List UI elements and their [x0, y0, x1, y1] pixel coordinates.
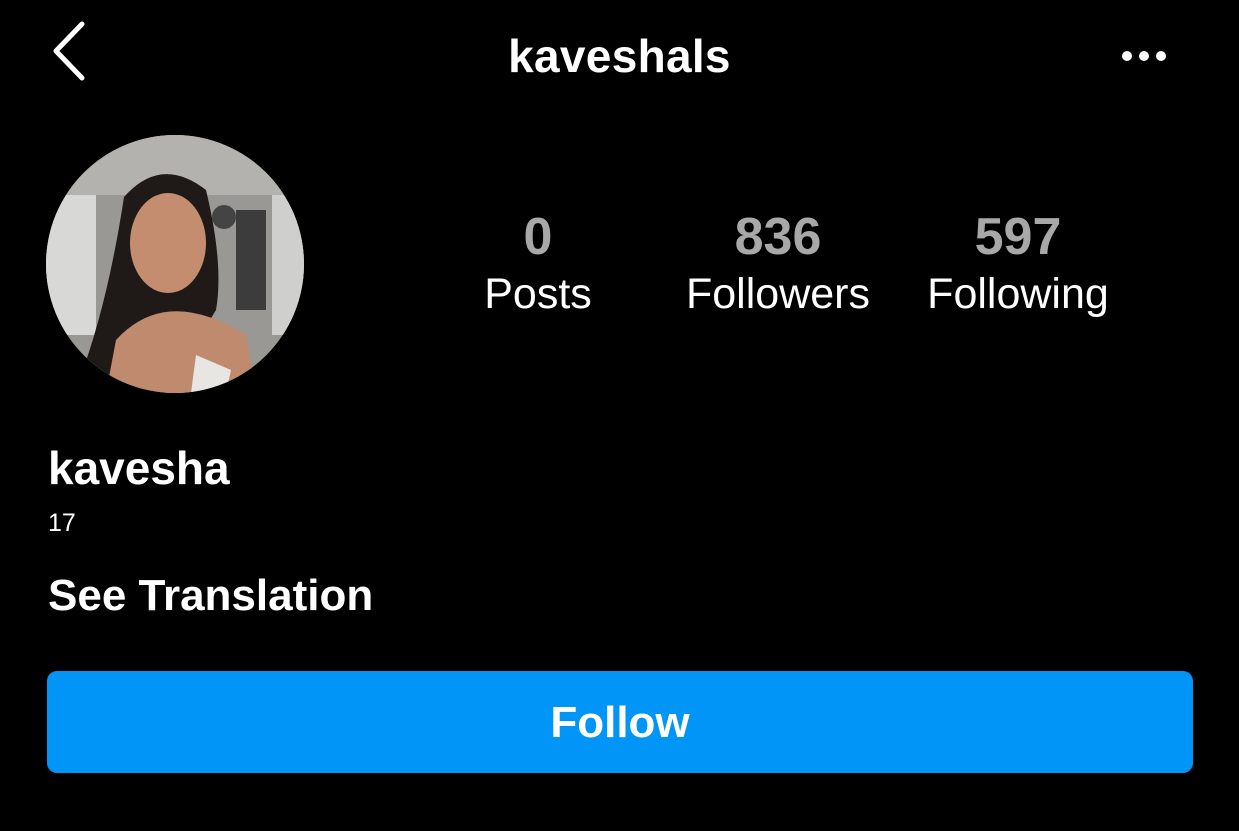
followers-label: Followers	[686, 270, 870, 318]
ellipsis-horizontal-icon	[1122, 51, 1166, 61]
avatar[interactable]	[46, 135, 304, 393]
posts-label: Posts	[484, 270, 592, 318]
following-label: Following	[927, 270, 1109, 318]
followers-count[interactable]: 836 Followers	[668, 206, 888, 322]
display-name: kavesha	[48, 442, 230, 494]
follow-button[interactable]: Follow	[47, 671, 1193, 773]
posts-count[interactable]: 0 Posts	[448, 206, 628, 322]
posts-number: 0	[523, 208, 553, 266]
see-translation-link[interactable]: See Translation	[48, 568, 373, 624]
following-number: 597	[974, 208, 1062, 266]
following-count[interactable]: 597 Following	[908, 206, 1128, 322]
page-title: kaveshals	[508, 30, 731, 82]
followers-number: 836	[734, 208, 822, 266]
bio-text: 17	[48, 509, 76, 537]
profile-photo	[46, 135, 304, 393]
top-bar: kaveshals	[0, 0, 1239, 110]
more-options-button[interactable]	[1116, 38, 1172, 74]
